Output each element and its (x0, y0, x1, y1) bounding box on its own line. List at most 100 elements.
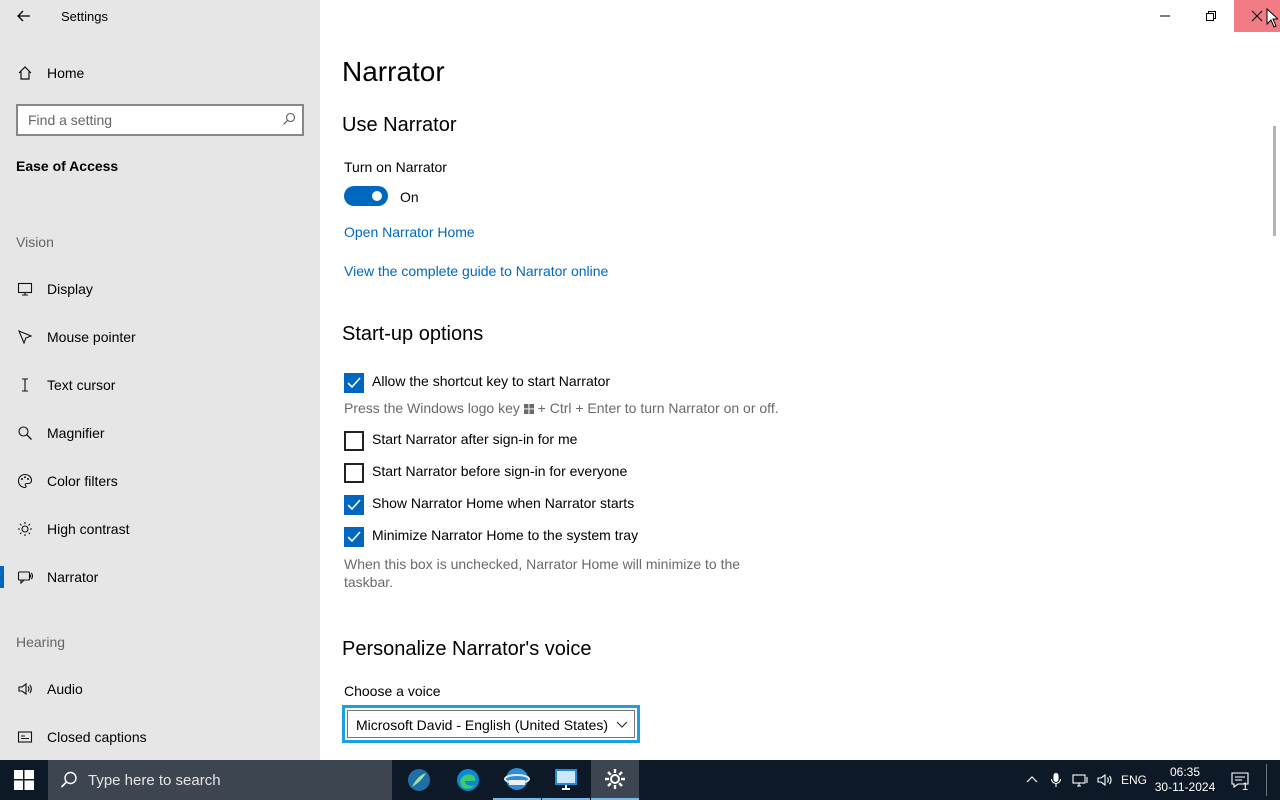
checkbox-label[interactable]: Start Narrator before sign-in for everyo… (372, 463, 627, 479)
sidebar-item-display[interactable]: Display (0, 269, 320, 309)
sidebar-item-narrator[interactable]: Narrator (0, 557, 320, 597)
windows-logo-icon (523, 400, 534, 418)
speaker-icon (1097, 773, 1112, 787)
minimize-icon (1160, 15, 1170, 17)
feather-app-icon (408, 769, 430, 791)
action-center-button[interactable]: 1 (1224, 760, 1256, 800)
toggle-state: On (400, 189, 419, 205)
search-input[interactable]: Find a setting (16, 104, 304, 136)
taskbar-app-feather[interactable] (395, 760, 443, 800)
taskbar-search-box[interactable]: Type here to search (48, 760, 392, 800)
chevron-down-icon (615, 717, 629, 736)
sidebar-item-label: Display (47, 281, 93, 297)
language-indicator[interactable]: ENG (1120, 760, 1148, 800)
open-narrator-home-link[interactable]: Open Narrator Home (344, 224, 475, 240)
checkbox-label[interactable]: Start Narrator after sign-in for me (372, 431, 577, 447)
show-desktop-button[interactable] (1266, 764, 1267, 796)
checkbox-label[interactable]: Show Narrator Home when Narrator starts (372, 495, 634, 511)
sidebar-item-label: Mouse pointer (47, 329, 136, 345)
clock[interactable]: 06:35 30-11-2024 (1152, 760, 1218, 800)
minimize-button[interactable] (1142, 0, 1188, 32)
sidebar-item-home[interactable]: Home (0, 53, 320, 93)
checkbox-label[interactable]: Minimize Narrator Home to the system tra… (372, 527, 638, 543)
notification-badge: 1 (1242, 781, 1249, 793)
checkbox-label[interactable]: Allow the shortcut key to start Narrator (372, 373, 610, 389)
taskbar-app-settings[interactable] (591, 760, 639, 800)
microphone-button[interactable] (1046, 760, 1066, 800)
search-placeholder: Find a setting (28, 112, 113, 128)
network-button[interactable] (1070, 760, 1092, 800)
show-hidden-icons-button[interactable] (1022, 760, 1042, 800)
sidebar-item-label: Text cursor (47, 377, 116, 393)
sidebar-item-magnifier[interactable]: Magnifier (0, 413, 320, 453)
monitor-icon (16, 280, 34, 298)
toggle-label: Turn on Narrator (344, 159, 447, 175)
page-title: Narrator (342, 56, 445, 87)
back-arrow-icon[interactable] (14, 6, 34, 26)
sidebar-item-label: Closed captions (47, 729, 147, 745)
volume-button[interactable] (1095, 760, 1117, 800)
sidebar-item-label: Narrator (47, 569, 99, 585)
section-header-vision: Vision (16, 234, 54, 250)
mouse-pointer-icon (16, 328, 34, 346)
sun-icon (16, 520, 34, 538)
choose-voice-label: Choose a voice (344, 683, 441, 699)
checkbox-before-sign-in[interactable] (344, 463, 364, 483)
search-icon (60, 771, 78, 794)
section-heading-startup: Start-up options (342, 323, 484, 345)
narrator-guide-link[interactable]: View the complete guide to Narrator onli… (344, 263, 608, 279)
sidebar: Settings Home Find a setting Ease of Acc… (0, 0, 320, 760)
sidebar-item-label: Magnifier (47, 425, 105, 441)
globe-app-icon (504, 768, 530, 790)
sidebar-item-label: High contrast (47, 521, 130, 537)
minimize-help-line2: taskbar. (344, 574, 394, 590)
section-header-hearing: Hearing (16, 634, 66, 650)
voice-dropdown[interactable]: Microsoft David - English (United States… (342, 705, 640, 743)
sidebar-item-audio[interactable]: Audio (0, 669, 320, 709)
minimize-help-line1: When this box is unchecked, Narrator Hom… (344, 556, 741, 572)
restore-button[interactable] (1188, 0, 1234, 32)
checkmark-icon (347, 377, 361, 389)
speaker-icon (16, 680, 34, 698)
window-title: Settings (61, 9, 108, 24)
checkbox-shortcut-key[interactable] (344, 373, 364, 393)
checkmark-icon (347, 499, 361, 511)
sidebar-item-closed-captions[interactable]: Closed captions (0, 717, 320, 757)
taskbar-app-globe[interactable] (493, 760, 541, 800)
sidebar-item-color-filters[interactable]: Color filters (0, 461, 320, 501)
windows-logo-icon (14, 770, 34, 790)
palette-icon (16, 472, 34, 490)
taskbar-app-edge[interactable] (444, 760, 492, 800)
home-icon (16, 64, 34, 82)
checkbox-after-sign-in[interactable] (344, 431, 364, 451)
sidebar-item-label: Color filters (47, 473, 118, 489)
toggle-knob (372, 191, 382, 201)
shortcut-help-text: Press the Windows logo key + Ctrl + Ente… (344, 399, 779, 418)
dropdown-value: Microsoft David - English (United States… (356, 717, 609, 733)
network-icon (1072, 774, 1088, 787)
sidebar-item-high-contrast[interactable]: High contrast (0, 509, 320, 549)
checkbox-show-narrator-home[interactable] (344, 495, 364, 515)
sidebar-item-label: Audio (47, 681, 83, 697)
microphone-icon (1050, 773, 1062, 787)
taskbar-app-remote[interactable] (542, 760, 590, 800)
chevron-up-icon (1026, 776, 1038, 783)
edge-icon (457, 769, 479, 791)
monitor-app-icon (555, 769, 577, 790)
restore-icon (1206, 11, 1216, 21)
search-icon (282, 112, 296, 126)
magnifier-icon (16, 424, 34, 442)
sidebar-item-mouse-pointer[interactable]: Mouse pointer (0, 317, 320, 357)
checkbox-minimize-to-tray[interactable] (344, 527, 364, 547)
gear-icon (605, 769, 625, 789)
narrator-toggle[interactable] (344, 186, 388, 206)
scrollbar[interactable] (1273, 126, 1276, 236)
category-title: Ease of Access (16, 158, 119, 174)
clock-time: 06:35 (1169, 765, 1201, 779)
help-text-part: + Ctrl + Enter to turn Narrator on or of… (537, 400, 779, 416)
sidebar-item-text-cursor[interactable]: Text cursor (0, 365, 320, 405)
taskbar: Type here to search ENG 06:35 30-11-2024… (0, 760, 1280, 800)
sidebar-item-label: Home (47, 65, 85, 81)
start-button[interactable] (0, 760, 48, 800)
help-text-part: Press the Windows logo key (344, 400, 520, 416)
